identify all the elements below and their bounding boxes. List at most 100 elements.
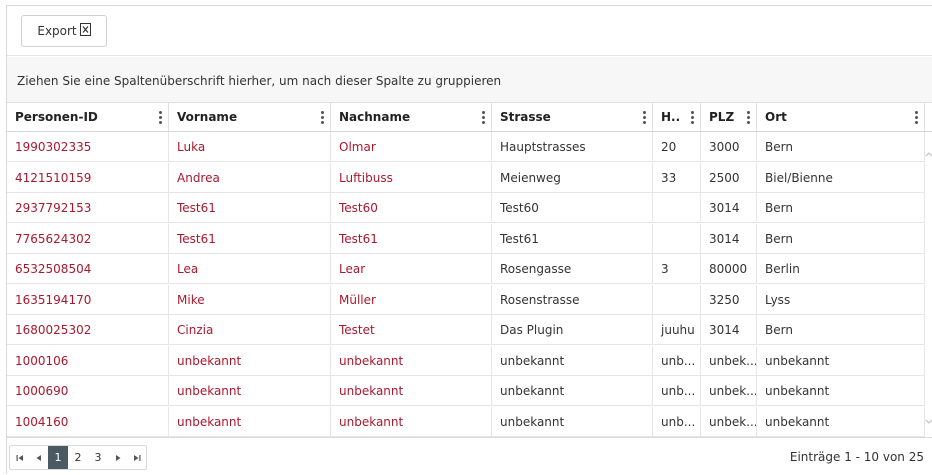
- column-header-nachname[interactable]: Nachname: [331, 103, 492, 131]
- page-button-1[interactable]: 1: [48, 446, 68, 469]
- cell-ort: Biel/Bienne: [757, 162, 925, 192]
- cell-nachname[interactable]: Test60: [331, 193, 492, 222]
- table-row[interactable]: 7765624302 Test61 Test61 Test61 3014 Bern: [7, 223, 925, 254]
- column-menu-icon[interactable]: [482, 111, 485, 124]
- cell-personen-id[interactable]: 1990302335: [7, 132, 169, 161]
- cell-plz: 3014: [701, 223, 757, 253]
- cell-vorname[interactable]: Cinzia: [169, 315, 331, 344]
- cell-hausnummer: 20: [653, 132, 701, 161]
- cell-vorname[interactable]: Test61: [169, 223, 331, 253]
- cell-strasse: Rosengasse: [492, 254, 653, 283]
- excel-icon: [79, 22, 91, 36]
- cell-nachname[interactable]: unbekannt: [331, 376, 492, 405]
- table-row[interactable]: 1680025302 Cinzia Testet Das Plugin juuhu 301…: [7, 315, 925, 345]
- cell-personen-id[interactable]: 1680025302: [7, 315, 169, 344]
- column-header-hausnummer[interactable]: H..: [653, 103, 701, 131]
- cell-ort: Berlin: [757, 254, 925, 283]
- cell-hausnummer: [653, 223, 701, 253]
- table-row[interactable]: 6532508504 Lea Lear Rosengasse 3 80000 Berlin: [7, 254, 925, 284]
- column-header-vorname[interactable]: Vorname: [169, 103, 331, 131]
- table-row[interactable]: 1000106 unbekannt unbekannt unbekannt unb...…: [7, 345, 925, 376]
- column-menu-icon[interactable]: [643, 111, 646, 124]
- cell-nachname[interactable]: Luftibuss: [331, 162, 492, 192]
- pager-buttons: 1 2 3: [9, 445, 147, 470]
- cell-personen-id[interactable]: 4121510159: [7, 162, 169, 192]
- cell-strasse: unbekannt: [492, 406, 653, 436]
- cell-personen-id[interactable]: 6532508504: [7, 254, 169, 283]
- cell-nachname[interactable]: Olmar: [331, 132, 492, 161]
- cell-vorname[interactable]: unbekannt: [169, 406, 331, 436]
- cell-hausnummer: 3: [653, 254, 701, 283]
- cell-strasse: Test61: [492, 223, 653, 253]
- table-row[interactable]: 2937792153 Test61 Test60 Test60 3014 Bern: [7, 193, 925, 223]
- cell-ort: unbekannt: [757, 376, 925, 405]
- next-page-icon[interactable]: [108, 446, 127, 469]
- group-hint-text: Ziehen Sie eine Spaltenüberschrift hierh…: [17, 74, 502, 88]
- cell-nachname[interactable]: Lear: [331, 254, 492, 283]
- table-row[interactable]: 1635194170 Mike Müller Rosenstrasse 3250 Lyss: [7, 284, 925, 315]
- cell-vorname[interactable]: unbekannt: [169, 345, 331, 375]
- cell-vorname[interactable]: Andrea: [169, 162, 331, 192]
- column-header-strasse[interactable]: Strasse: [492, 103, 653, 131]
- cell-nachname[interactable]: Müller: [331, 284, 492, 314]
- cell-personen-id[interactable]: 7765624302: [7, 223, 169, 253]
- cell-ort: Lyss: [757, 284, 925, 314]
- cell-ort: Bern: [757, 223, 925, 253]
- cell-personen-id[interactable]: 1004160: [7, 406, 169, 436]
- cell-vorname[interactable]: Mike: [169, 284, 331, 314]
- header-row: Personen-ID Vorname Nachname Strasse H..…: [7, 103, 932, 132]
- table-row[interactable]: 1000690 unbekannt unbekannt unbekannt unb...…: [7, 376, 925, 406]
- cell-nachname[interactable]: unbekannt: [331, 406, 492, 436]
- column-menu-icon[interactable]: [915, 111, 918, 124]
- cell-hausnummer: unb...: [653, 406, 701, 436]
- vertical-scrollbar[interactable]: [925, 132, 932, 437]
- cell-nachname[interactable]: Testet: [331, 315, 492, 344]
- scroll-down-icon[interactable]: [925, 418, 932, 426]
- column-menu-icon[interactable]: [159, 111, 162, 124]
- cell-ort: unbekannt: [757, 406, 925, 436]
- cell-nachname[interactable]: Test61: [331, 223, 492, 253]
- cell-ort: unbekannt: [757, 345, 925, 375]
- page-button-2[interactable]: 2: [68, 446, 88, 469]
- cell-hausnummer: unb...: [653, 376, 701, 405]
- column-header-label: Ort: [765, 110, 787, 124]
- previous-page-icon[interactable]: [29, 446, 48, 469]
- cell-vorname[interactable]: Luka: [169, 132, 331, 161]
- table-row[interactable]: 4121510159 Andrea Luftibuss Meienweg 33 2500 B…: [7, 162, 925, 193]
- column-header-label: H..: [661, 110, 681, 124]
- cell-vorname[interactable]: Test61: [169, 193, 331, 222]
- export-label: Export: [37, 24, 77, 38]
- column-header-label: PLZ: [709, 110, 735, 124]
- cell-personen-id[interactable]: 1635194170: [7, 284, 169, 314]
- cell-hausnummer: unb...: [653, 345, 701, 375]
- table-row[interactable]: 1004160 unbekannt unbekannt unbekannt unb...…: [7, 406, 925, 437]
- export-button[interactable]: Export: [21, 15, 107, 47]
- scroll-up-icon[interactable]: [925, 150, 932, 158]
- group-panel[interactable]: Ziehen Sie eine Spaltenüberschrift hierh…: [7, 57, 932, 103]
- column-header-ort[interactable]: Ort: [757, 103, 925, 131]
- cell-ort: Bern: [757, 193, 925, 222]
- cell-personen-id[interactable]: 1000690: [7, 376, 169, 405]
- cell-vorname[interactable]: unbekannt: [169, 376, 331, 405]
- column-menu-icon[interactable]: [321, 111, 324, 124]
- cell-vorname[interactable]: Lea: [169, 254, 331, 283]
- table-row[interactable]: 1990302335 Luka Olmar Hauptstrasses 20 3000 Be…: [7, 132, 925, 162]
- column-menu-icon[interactable]: [747, 111, 750, 124]
- page-button-3[interactable]: 3: [88, 446, 108, 469]
- cell-plz: 3000: [701, 132, 757, 161]
- column-header-label: Strasse: [500, 110, 551, 124]
- column-header-personen-id[interactable]: Personen-ID: [7, 103, 169, 131]
- column-menu-icon[interactable]: [691, 111, 694, 124]
- pager-info: Einträge 1 - 10 von 25: [789, 450, 924, 464]
- cell-plz: 2500: [701, 162, 757, 192]
- cell-personen-id[interactable]: 2937792153: [7, 193, 169, 222]
- cell-strasse: Meienweg: [492, 162, 653, 192]
- column-header-plz[interactable]: PLZ: [701, 103, 757, 131]
- cell-plz: 3250: [701, 284, 757, 314]
- cell-strasse: unbekannt: [492, 345, 653, 375]
- cell-personen-id[interactable]: 1000106: [7, 345, 169, 375]
- cell-nachname[interactable]: unbekannt: [331, 345, 492, 375]
- first-page-icon[interactable]: [10, 446, 29, 469]
- last-page-icon[interactable]: [127, 446, 146, 469]
- cell-plz: unbek...: [701, 376, 757, 405]
